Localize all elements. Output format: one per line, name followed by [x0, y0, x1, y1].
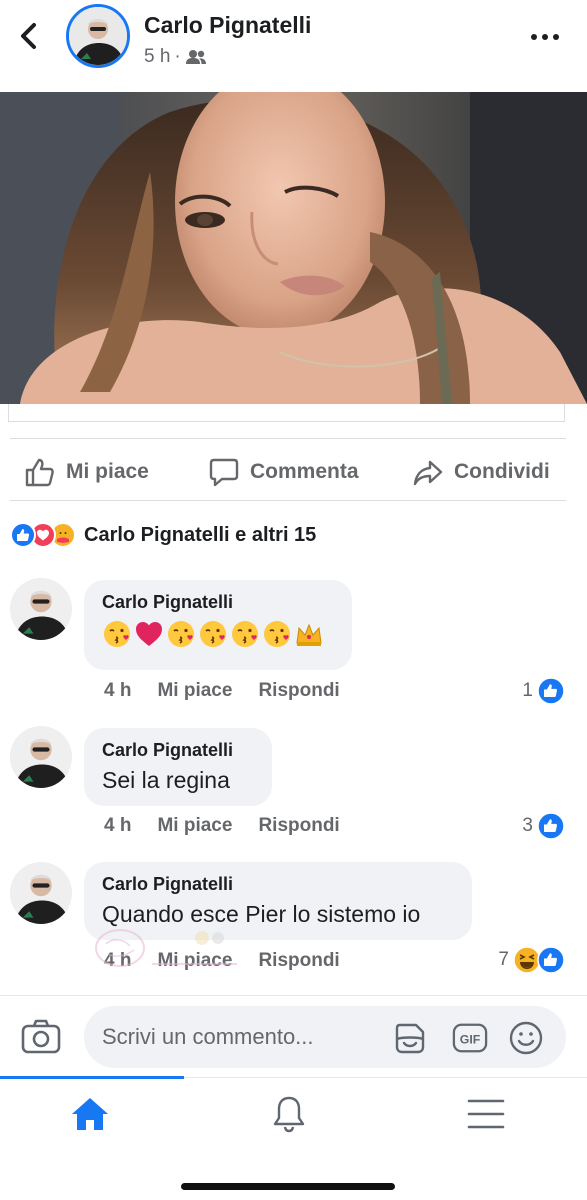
comment-author-name[interactable]: Carlo Pignatelli: [102, 874, 454, 895]
back-arrow-icon: [21, 23, 36, 49]
heart-emoji: [136, 622, 162, 646]
comment-label: Commenta: [250, 460, 359, 483]
camera-button[interactable]: [20, 1016, 62, 1058]
tab-notifications[interactable]: [267, 1092, 311, 1136]
post-meta: 5 h ·: [144, 46, 207, 68]
share-arrow-icon: [413, 460, 443, 486]
like-button[interactable]: Mi piace: [24, 452, 149, 492]
gif-icon[interactable]: GIF: [452, 1020, 488, 1056]
comment-author-name[interactable]: Carlo Pignatelli: [102, 592, 334, 613]
post-photo[interactable]: [0, 92, 587, 404]
kiss-emoji: [264, 621, 290, 647]
comment-input-placeholder: Scrivi un commento...: [102, 1024, 314, 1049]
tab-bar-divider: [184, 1077, 587, 1078]
thumbs-up-icon: [25, 458, 54, 487]
more-dots-icon: [531, 34, 559, 40]
actions-top-divider: [10, 438, 566, 439]
watermark-logo: [92, 924, 242, 974]
sticker-icon[interactable]: [392, 1020, 428, 1056]
comment-button[interactable]: Commenta: [208, 452, 359, 492]
comment-bubble[interactable]: Carlo Pignatelli: [84, 580, 352, 670]
like-reaction-icon: [537, 812, 565, 840]
comment-like-link[interactable]: Mi piace: [157, 680, 232, 702]
like-reaction-icon: [10, 522, 36, 548]
tab-home[interactable]: [68, 1092, 112, 1136]
comment-author-name[interactable]: Carlo Pignatelli: [102, 740, 254, 761]
reaction-count-value: 7: [498, 949, 509, 970]
reactions-summary[interactable]: Carlo Pignatelli e altri 15: [10, 520, 316, 550]
avatar-photo: [69, 7, 127, 65]
kiss-emoji: [168, 621, 194, 647]
comment-meta: 4 h Mi piace Rispondi: [104, 680, 340, 702]
comment-text: Sei la regina: [102, 767, 230, 793]
like-reaction-icon: [537, 946, 565, 974]
comment-reply-link[interactable]: Rispondi: [258, 950, 339, 972]
post-photo-image: [0, 92, 587, 404]
comment-author-avatar[interactable]: [10, 862, 72, 924]
avatar-photo: [10, 726, 72, 788]
post-header: Carlo Pignatelli 5 h ·: [0, 0, 587, 92]
crown-emoji: [296, 623, 322, 646]
meta-separator: ·: [174, 46, 181, 67]
reaction-count-value: 1: [522, 680, 533, 701]
speech-bubble-icon: [209, 458, 239, 487]
avatar-photo: [10, 578, 72, 640]
post-author-name[interactable]: Carlo Pignatelli: [144, 12, 311, 39]
author-avatar[interactable]: [66, 4, 130, 68]
camera-icon: [21, 1019, 61, 1054]
more-options-button[interactable]: [528, 22, 562, 52]
svg-text:GIF: GIF: [460, 1033, 481, 1047]
share-label: Condividi: [454, 460, 550, 483]
avatar-photo: [10, 862, 72, 924]
menu-icon: [467, 1099, 505, 1129]
comment-meta: 4 h Mi piace Rispondi: [104, 815, 340, 837]
active-tab-indicator: [0, 1076, 184, 1079]
share-button[interactable]: Condividi: [412, 452, 550, 492]
like-label: Mi piace: [66, 460, 149, 483]
friends-icon: [185, 50, 206, 64]
kiss-emoji: [232, 621, 258, 647]
comment-author-avatar[interactable]: [10, 726, 72, 788]
like-reaction-icon: [537, 677, 565, 705]
comment-reaction-count[interactable]: 1: [522, 677, 565, 705]
comment-time: 4 h: [104, 815, 132, 836]
comment-reaction-count[interactable]: 3: [522, 812, 565, 840]
actions-bottom-divider: [10, 500, 566, 501]
comment-reaction-count[interactable]: 7: [498, 946, 565, 974]
kiss-emoji: [200, 621, 226, 647]
comment-reply-link[interactable]: Rispondi: [258, 680, 339, 702]
comment-composer: Scrivi un commento... GIF: [0, 995, 587, 1079]
comment-time: 4 h: [104, 680, 132, 701]
comment-like-link[interactable]: Mi piace: [157, 815, 232, 837]
kiss-emoji: [104, 621, 130, 647]
tab-menu[interactable]: [464, 1092, 508, 1136]
comment-author-avatar[interactable]: [10, 578, 72, 640]
comment-emoji-row: [102, 619, 334, 649]
emoji-smiley-icon[interactable]: [508, 1020, 544, 1056]
home-icon: [72, 1098, 108, 1130]
comment-input[interactable]: Scrivi un commento... GIF: [84, 1006, 566, 1068]
notifications-icon: [273, 1096, 305, 1133]
photo-frame: [8, 404, 565, 422]
comment-reply-link[interactable]: Rispondi: [258, 815, 339, 837]
bottom-tab-bar: [0, 1076, 587, 1200]
comment-bubble[interactable]: Carlo Pignatelli Sei la regina: [84, 728, 272, 806]
reaction-count-value: 3: [522, 815, 533, 836]
back-button[interactable]: [14, 18, 46, 54]
post-time[interactable]: 5 h: [144, 46, 170, 68]
home-indicator: [181, 1183, 395, 1190]
reactions-summary-text: Carlo Pignatelli e altri 15: [84, 523, 317, 546]
